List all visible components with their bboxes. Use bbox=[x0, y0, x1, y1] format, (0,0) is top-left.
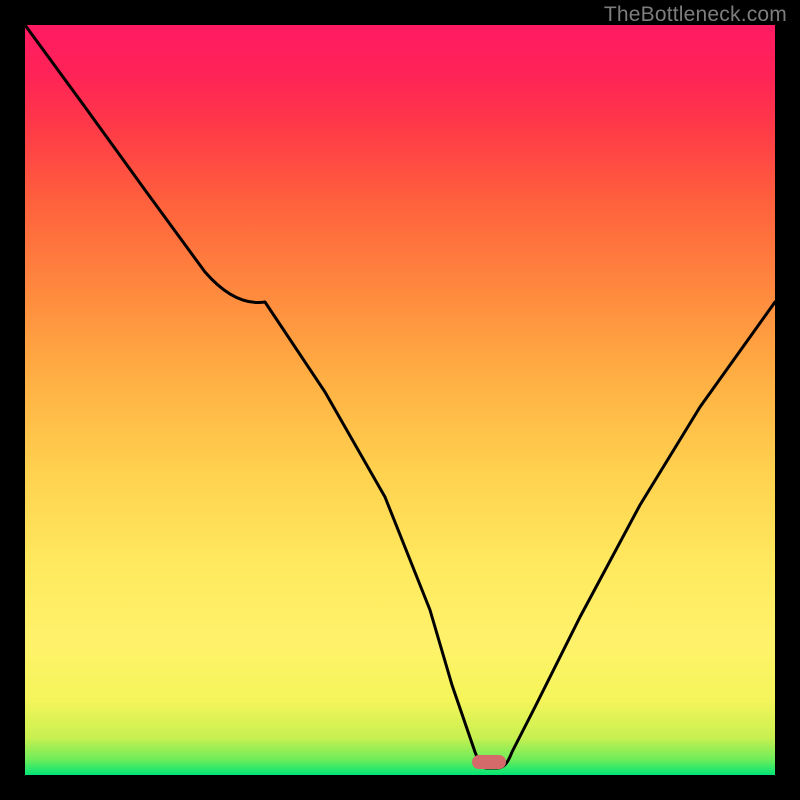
plot-area bbox=[25, 25, 775, 775]
watermark-text: TheBottleneck.com bbox=[604, 3, 787, 27]
bottleneck-curve bbox=[25, 25, 775, 775]
chart-frame: TheBottleneck.com bbox=[0, 0, 800, 800]
optimal-marker bbox=[472, 755, 506, 769]
curve-path bbox=[25, 25, 775, 768]
